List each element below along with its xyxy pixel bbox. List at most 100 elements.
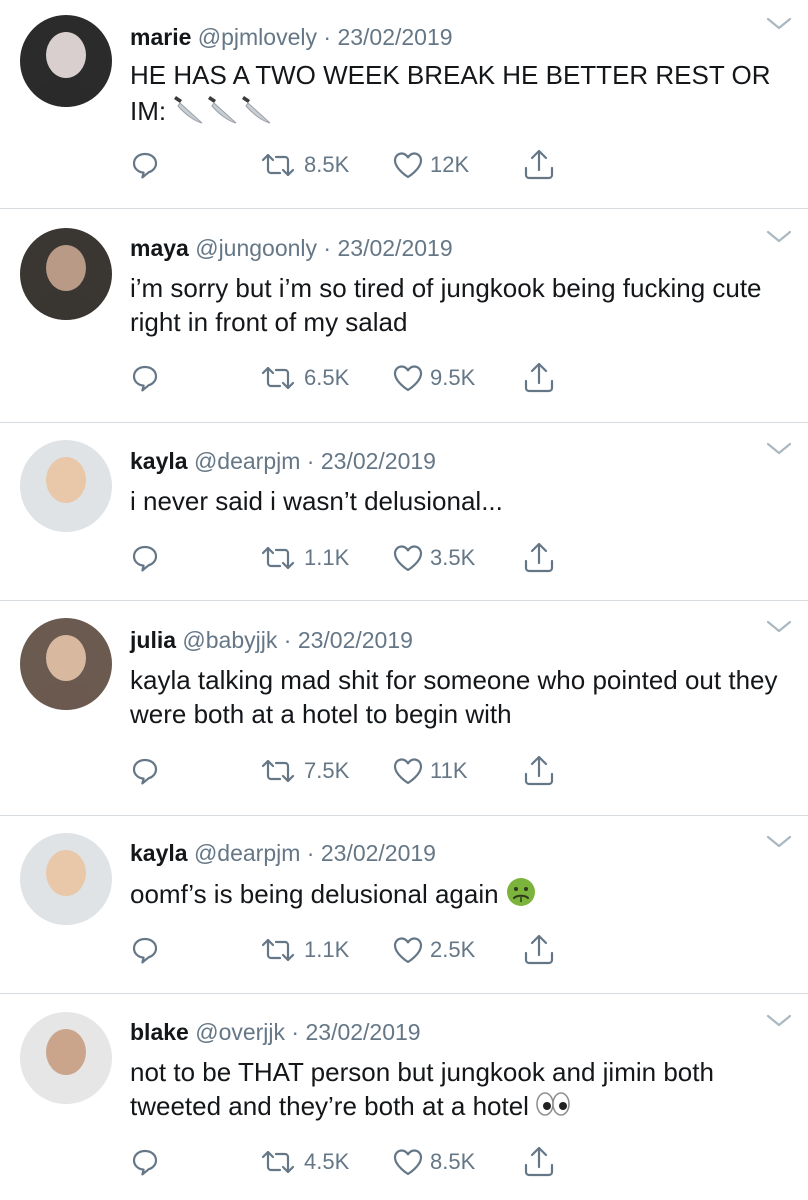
- share-button[interactable]: [522, 932, 556, 968]
- avatar-image: [20, 1012, 112, 1104]
- avatar[interactable]: [20, 618, 112, 710]
- like-button[interactable]: 9.5K: [392, 360, 475, 396]
- avatar[interactable]: [20, 1012, 112, 1104]
- tweet-body: i never said i wasn’t delusional...: [130, 486, 503, 516]
- tweet-date[interactable]: 23/02/2019: [338, 235, 453, 261]
- caret-down-icon[interactable]: [764, 226, 794, 246]
- avatar[interactable]: [20, 440, 112, 532]
- share-button[interactable]: [522, 147, 556, 183]
- like-icon: [392, 756, 424, 786]
- like-button[interactable]: 8.5K: [392, 1144, 475, 1180]
- separator-dot: ·: [300, 448, 321, 474]
- user-handle[interactable]: @babyjjk: [182, 627, 277, 653]
- user-handle[interactable]: @dearpjm: [194, 840, 300, 866]
- tweet-actions: 1.1K 3.5K: [130, 540, 690, 576]
- avatar[interactable]: [20, 833, 112, 925]
- tweet-date[interactable]: 23/02/2019: [321, 448, 436, 474]
- caret-down-icon[interactable]: [764, 616, 794, 636]
- display-name[interactable]: kayla: [130, 448, 188, 474]
- retweet-icon: [258, 1147, 298, 1177]
- separator-dot: ·: [317, 235, 338, 261]
- reply-icon: [130, 1147, 160, 1177]
- tweet-body: kayla talking mad shit for someone who p…: [130, 665, 778, 729]
- separator-dot: ·: [285, 1019, 306, 1045]
- reply-icon: [130, 756, 160, 786]
- eyes-icon: [535, 1090, 571, 1126]
- reply-button[interactable]: [130, 753, 160, 789]
- retweet-button[interactable]: 4.5K: [258, 1144, 349, 1180]
- retweet-button[interactable]: 7.5K: [258, 753, 349, 789]
- share-icon: [522, 148, 556, 182]
- nauseated-face-icon: [505, 876, 537, 916]
- avatar-image: [20, 618, 112, 710]
- like-icon: [392, 543, 424, 573]
- user-handle[interactable]: @overjjk: [195, 1019, 285, 1045]
- like-count: 2.5K: [430, 937, 476, 962]
- retweet-icon: [258, 363, 298, 393]
- like-count: 12K: [430, 152, 470, 177]
- share-button[interactable]: [522, 1144, 556, 1180]
- retweet-icon: [258, 543, 298, 573]
- tweet-date[interactable]: 23/02/2019: [298, 627, 413, 653]
- avatar[interactable]: [20, 228, 112, 320]
- retweet-count: 7.5K: [304, 758, 350, 783]
- reply-button[interactable]: [130, 1144, 160, 1180]
- caret-down-icon[interactable]: [764, 13, 794, 33]
- retweet-button[interactable]: 1.1K: [258, 540, 349, 576]
- display-name[interactable]: marie: [130, 24, 191, 50]
- like-icon: [392, 1147, 424, 1177]
- reply-icon: [130, 150, 160, 180]
- caret-down-icon[interactable]: [764, 831, 794, 851]
- avatar-image: [20, 228, 112, 320]
- user-handle[interactable]: @pjmlovely: [198, 24, 317, 50]
- share-icon: [522, 754, 556, 788]
- caret-down-icon[interactable]: [764, 1010, 794, 1030]
- display-name[interactable]: maya: [130, 235, 189, 261]
- share-button[interactable]: [522, 360, 556, 396]
- tweet-header: maya @jungoonly · 23/02/2019: [130, 233, 453, 263]
- like-button[interactable]: 12K: [392, 147, 469, 183]
- avatar-image: [20, 833, 112, 925]
- display-name[interactable]: julia: [130, 627, 176, 653]
- caret-down-icon[interactable]: [764, 438, 794, 458]
- avatar-image: [20, 440, 112, 532]
- tweet-divider: [0, 422, 808, 423]
- reply-button[interactable]: [130, 540, 160, 576]
- like-button[interactable]: 3.5K: [392, 540, 475, 576]
- tweet-text: i’m sorry but i’m so tired of jungkook b…: [130, 271, 790, 339]
- reply-button[interactable]: [130, 360, 160, 396]
- tweet-actions: 1.1K 2.5K: [130, 932, 690, 968]
- tweet-date[interactable]: 23/02/2019: [321, 840, 436, 866]
- separator-dot: ·: [316, 24, 338, 50]
- retweet-count: 8.5K: [304, 152, 350, 177]
- tweet-actions: 7.5K 11K: [130, 753, 690, 789]
- tweet-text: oomf’s is being delusional again: [130, 876, 790, 916]
- user-handle[interactable]: @jungoonly: [195, 235, 317, 261]
- tweet-text: kayla talking mad shit for someone who p…: [130, 663, 790, 731]
- tweet-header: kayla @dearpjm · 23/02/2019: [130, 838, 436, 868]
- display-name[interactable]: kayla: [130, 840, 188, 866]
- tweet-text: HE HAS A TWO WEEK BREAK HE BETTER REST O…: [130, 58, 790, 134]
- like-button[interactable]: 11K: [392, 753, 468, 789]
- retweet-button[interactable]: 1.1K: [258, 932, 349, 968]
- tweet-actions: 8.5K 12K: [130, 147, 690, 183]
- tweet-header: kayla @dearpjm · 23/02/2019: [130, 446, 436, 476]
- tweet-text: i never said i wasn’t delusional...: [130, 484, 790, 518]
- retweet-icon: [258, 935, 298, 965]
- tweet-date[interactable]: 23/02/2019: [337, 24, 452, 50]
- retweet-button[interactable]: 6.5K: [258, 360, 349, 396]
- retweet-icon: [258, 150, 298, 180]
- like-icon: [392, 935, 424, 965]
- retweet-button[interactable]: 8.5K: [258, 147, 349, 183]
- share-button[interactable]: [522, 540, 556, 576]
- tweet-date[interactable]: 23/02/2019: [305, 1019, 420, 1045]
- tweet-actions: 6.5K 9.5K: [130, 360, 690, 396]
- share-icon: [522, 361, 556, 395]
- display-name[interactable]: blake: [130, 1019, 189, 1045]
- user-handle[interactable]: @dearpjm: [194, 448, 300, 474]
- avatar[interactable]: [20, 15, 112, 107]
- share-button[interactable]: [522, 753, 556, 789]
- like-button[interactable]: 2.5K: [392, 932, 475, 968]
- reply-button[interactable]: [130, 147, 160, 183]
- reply-button[interactable]: [130, 932, 160, 968]
